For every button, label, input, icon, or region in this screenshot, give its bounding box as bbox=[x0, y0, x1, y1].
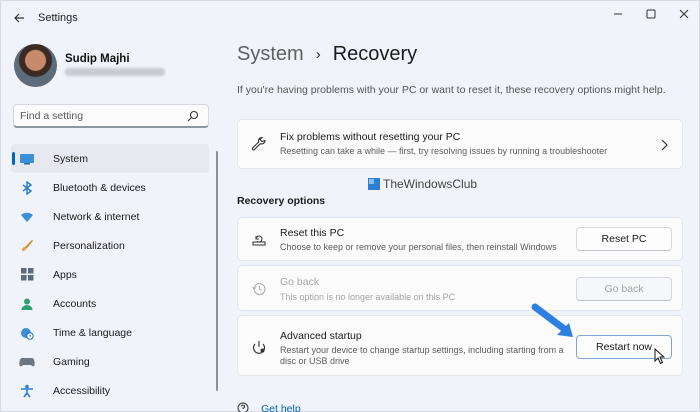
globe-clock-icon bbox=[19, 325, 35, 341]
sidebar-item-label: Network & internet bbox=[53, 210, 140, 223]
sidebar-scrollbar[interactable] bbox=[216, 151, 218, 391]
advanced-startup-desc: Restart your device to change startup se… bbox=[280, 345, 564, 366]
advanced-startup-card: Advanced startup Restart your device to … bbox=[237, 315, 683, 376]
mouse-cursor-icon bbox=[654, 348, 665, 365]
help-icon bbox=[237, 402, 249, 412]
history-icon bbox=[250, 280, 268, 298]
wrench-icon bbox=[250, 136, 268, 154]
search-input[interactable] bbox=[20, 108, 180, 124]
sidebar-item-apps[interactable]: Apps bbox=[11, 260, 209, 289]
watermark-text: TheWindowsClub bbox=[383, 177, 478, 191]
settings-window: Settings Sudip Majhi System Bluetooth & … bbox=[0, 0, 700, 412]
user-name: Sudip Majhi bbox=[65, 53, 130, 65]
title-bar: Settings bbox=[1, 1, 700, 35]
go-back-button: Go back bbox=[576, 277, 672, 301]
sidebar-item-label: Accessibility bbox=[53, 384, 111, 397]
go-back-card: Go back This option is no longer availab… bbox=[237, 265, 683, 311]
section-label-recovery-options: Recovery options bbox=[237, 195, 326, 207]
reset-pc-card: Reset this PC Choose to keep or remove y… bbox=[237, 217, 683, 261]
close-icon bbox=[679, 9, 689, 19]
back-arrow-icon bbox=[14, 13, 24, 23]
sidebar-item-label: Apps bbox=[53, 268, 77, 281]
avatar[interactable] bbox=[14, 44, 57, 87]
bluetooth-icon bbox=[19, 180, 35, 196]
wifi-icon bbox=[19, 209, 35, 225]
sidebar-item-bluetooth[interactable]: Bluetooth & devices bbox=[11, 173, 209, 202]
maximize-button[interactable] bbox=[638, 5, 664, 23]
page-title: Recovery bbox=[332, 43, 418, 65]
user-email-redacted bbox=[65, 68, 165, 76]
app-title: Settings bbox=[38, 12, 78, 24]
sidebar-item-accessibility[interactable]: Accessibility bbox=[11, 376, 209, 405]
sidebar-item-label: Gaming bbox=[53, 355, 90, 368]
close-button[interactable] bbox=[671, 5, 697, 23]
go-back-desc: This option is no longer available on th… bbox=[280, 292, 456, 302]
reset-pc-icon bbox=[250, 231, 268, 249]
breadcrumb: System › Recovery bbox=[237, 43, 417, 66]
intro-text: If you're having problems with your PC o… bbox=[237, 84, 666, 96]
maximize-icon bbox=[646, 9, 656, 19]
chevron-right-icon bbox=[660, 139, 668, 154]
reset-pc-button[interactable]: Reset PC bbox=[576, 227, 672, 251]
search-icon[interactable] bbox=[186, 109, 200, 123]
fix-card-title: Fix problems without resetting your PC bbox=[280, 131, 461, 143]
sidebar-item-system[interactable]: System bbox=[11, 144, 209, 173]
gamepad-icon bbox=[19, 354, 35, 370]
breadcrumb-separator: › bbox=[315, 46, 321, 63]
minimize-button[interactable] bbox=[605, 5, 631, 23]
fix-problems-card[interactable]: Fix problems without resetting your PC R… bbox=[237, 119, 683, 169]
sidebar-item-network[interactable]: Network & internet bbox=[11, 202, 209, 231]
go-back-title: Go back bbox=[280, 276, 320, 288]
watermark: TheWindowsClub bbox=[368, 177, 477, 191]
windowsclub-logo-icon bbox=[368, 178, 380, 190]
sidebar-nav: System Bluetooth & devices Network & int… bbox=[11, 144, 209, 405]
sidebar-item-label: Bluetooth & devices bbox=[53, 181, 146, 194]
fix-card-desc: Resetting can take a while — first, try … bbox=[280, 146, 608, 156]
sidebar-item-time-language[interactable]: Time & language bbox=[11, 318, 209, 347]
sidebar-item-accounts[interactable]: Accounts bbox=[11, 289, 209, 318]
get-help-link[interactable]: Get help bbox=[261, 403, 301, 412]
minimize-icon bbox=[614, 13, 622, 15]
search-box[interactable] bbox=[13, 104, 209, 128]
person-icon bbox=[19, 296, 35, 312]
sidebar-item-label: System bbox=[53, 152, 89, 165]
advanced-startup-title: Advanced startup bbox=[280, 330, 362, 342]
sidebar-item-label: Accounts bbox=[53, 297, 97, 310]
breadcrumb-parent[interactable]: System bbox=[237, 43, 304, 66]
advanced-startup-icon bbox=[250, 338, 268, 356]
apps-icon bbox=[19, 267, 35, 283]
back-button[interactable] bbox=[11, 10, 27, 26]
reset-pc-title: Reset this PC bbox=[280, 227, 345, 239]
monitor-icon bbox=[19, 151, 35, 167]
sidebar-item-label: Personalization bbox=[53, 239, 125, 252]
annotation-arrow-icon bbox=[531, 303, 573, 337]
reset-pc-desc: Choose to keep or remove your personal f… bbox=[280, 242, 557, 252]
sidebar-item-label: Time & language bbox=[53, 326, 132, 339]
brush-icon bbox=[19, 238, 35, 254]
accessibility-icon bbox=[19, 383, 35, 399]
sidebar-item-gaming[interactable]: Gaming bbox=[11, 347, 209, 376]
sidebar-item-personalization[interactable]: Personalization bbox=[11, 231, 209, 260]
